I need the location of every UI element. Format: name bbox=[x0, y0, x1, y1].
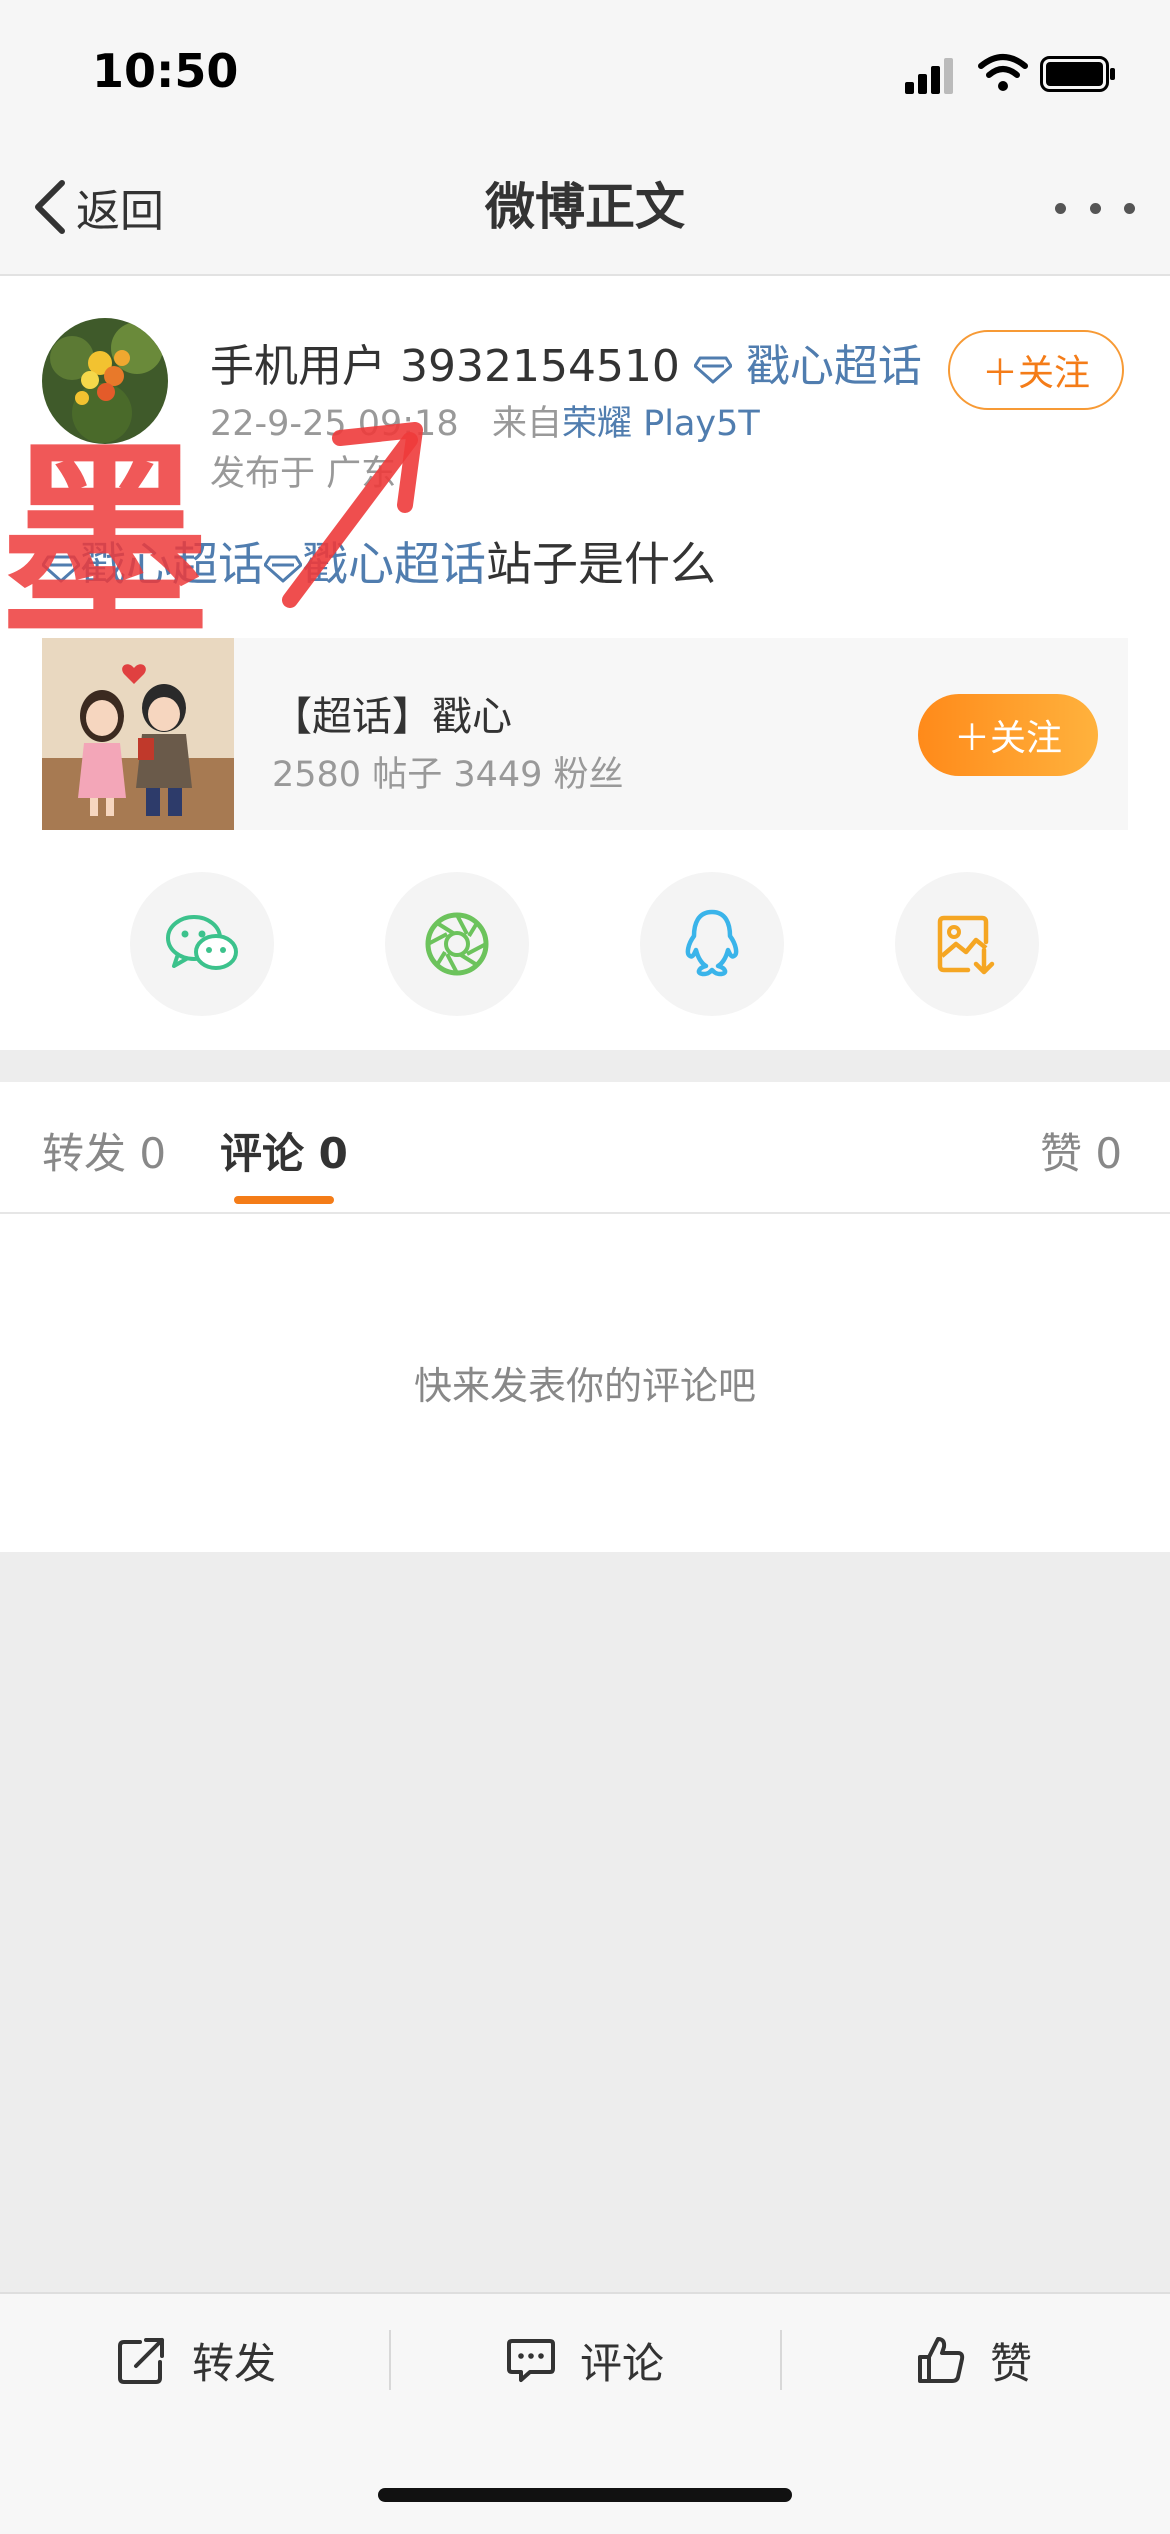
dot-icon bbox=[1055, 202, 1066, 214]
repost-label: 转发 bbox=[192, 2338, 277, 2388]
source-prefix: 来自 bbox=[491, 404, 562, 444]
username-text: 手机用户 3932154510 bbox=[210, 341, 680, 392]
super-topic-stats: 2580 帖子 3449 粉丝 bbox=[272, 755, 624, 795]
moments-icon bbox=[425, 912, 489, 976]
back-button[interactable]: 返回 bbox=[30, 172, 164, 242]
cartoon-couple-image bbox=[42, 638, 234, 830]
battery-icon bbox=[1040, 56, 1115, 92]
super-topic-diamond-icon bbox=[693, 356, 732, 384]
share-wechat-button[interactable] bbox=[130, 872, 274, 1016]
comment-button[interactable]: 评论 bbox=[506, 2330, 664, 2390]
follow-topic-button[interactable]: ＋关注 bbox=[918, 694, 1098, 776]
wechat-icon bbox=[166, 915, 238, 970]
watermark-glyph: 墨 bbox=[0, 420, 210, 650]
repost-button[interactable]: 转发 bbox=[116, 2330, 276, 2390]
watermark-overlay: 墨 bbox=[0, 420, 423, 650]
wifi-icon bbox=[978, 54, 1028, 91]
dot-icon bbox=[1089, 202, 1101, 214]
share-out-icon bbox=[118, 2338, 164, 2384]
top-bar bbox=[0, 0, 1170, 276]
share-qq-button[interactable] bbox=[640, 872, 784, 1016]
status-time: 10:50 bbox=[92, 44, 239, 98]
save-image-icon bbox=[937, 915, 995, 975]
tab-like[interactable]: 赞 0 bbox=[1040, 1120, 1122, 1181]
cellular-signal-icon bbox=[905, 58, 953, 94]
divider bbox=[780, 2330, 782, 2390]
share-moments-button[interactable] bbox=[385, 872, 529, 1016]
tab-comment[interactable]: 评论 0 bbox=[220, 1120, 348, 1181]
super-topic-name: 【超话】戳心 bbox=[272, 694, 512, 740]
more-options-button[interactable] bbox=[1055, 195, 1135, 221]
super-topic-link[interactable]: 戳心超话 bbox=[746, 341, 922, 392]
follow-user-button[interactable]: ＋关注 bbox=[948, 330, 1124, 410]
username[interactable]: 手机用户 3932154510 戳心超话 bbox=[210, 330, 922, 394]
thumbs-up-icon bbox=[918, 2337, 965, 2383]
empty-comments-text: 快来发表你的评论吧 bbox=[413, 1364, 756, 1408]
divider bbox=[389, 2330, 391, 2390]
comment-label: 评论 bbox=[580, 2338, 665, 2388]
active-tab-indicator bbox=[234, 1196, 334, 1204]
source-device-link[interactable]: 荣耀 Play5T bbox=[562, 404, 760, 444]
like-button[interactable]: 赞 bbox=[916, 2330, 1032, 2390]
like-label: 赞 bbox=[990, 2338, 1033, 2388]
chevron-left-icon bbox=[35, 180, 65, 234]
comment-icon bbox=[507, 2339, 555, 2382]
super-topic-thumbnail bbox=[42, 638, 234, 830]
qq-icon bbox=[685, 909, 739, 977]
dot-icon bbox=[1124, 202, 1135, 214]
interaction-tabs bbox=[0, 1082, 1170, 1214]
tab-repost[interactable]: 转发 0 bbox=[42, 1120, 166, 1181]
home-indicator bbox=[378, 2488, 792, 2502]
save-image-button[interactable] bbox=[895, 872, 1039, 1016]
back-label: 返回 bbox=[76, 186, 164, 237]
post-body-text: 站子是什么 bbox=[486, 537, 716, 591]
